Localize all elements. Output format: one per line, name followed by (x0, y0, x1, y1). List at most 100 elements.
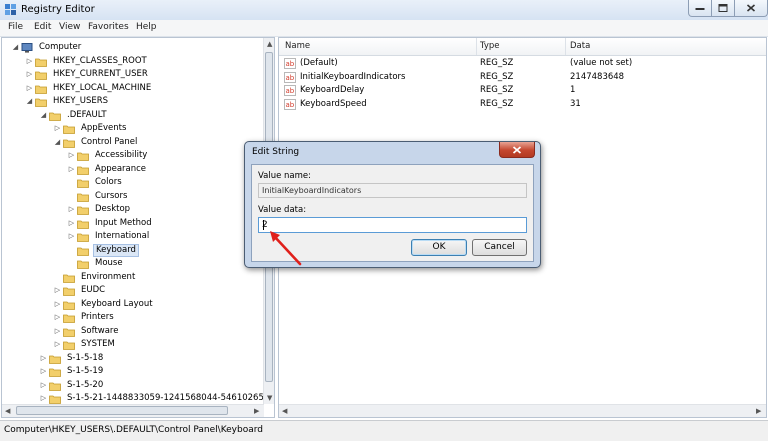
svg-text:ab: ab (286, 87, 295, 95)
folder-icon (77, 206, 89, 215)
menu-file[interactable]: File (8, 22, 23, 32)
string-value-icon: ab (284, 98, 296, 110)
cell-name: KeyboardSpeed (300, 98, 367, 109)
collapse-arrow-icon[interactable]: ◢ (25, 95, 34, 108)
tree-item-label: Accessibility (95, 150, 148, 160)
value-name-label: Value name: (258, 171, 312, 181)
expand-arrow-icon[interactable]: ▷ (53, 311, 62, 324)
folder-icon (35, 58, 47, 67)
collapse-arrow-icon[interactable]: ◢ (11, 41, 20, 54)
folder-icon (63, 301, 75, 310)
key-tree[interactable]: ◢ Computer ▷ HKEY_CLASSES_ROOT ▷ HKEY_CURRENT… (1, 37, 275, 418)
tree-item-label: Cursors (95, 190, 128, 201)
folder-icon (49, 355, 61, 364)
status-bar: Computer\HKEY_USERS\.DEFAULT\Control Pan… (0, 420, 768, 441)
string-value-icon: ab (284, 58, 296, 69)
expand-arrow-icon[interactable]: ▷ (53, 284, 62, 297)
dialog-close-button[interactable] (499, 142, 535, 158)
folder-icon (49, 382, 61, 391)
tree-item-label: HKEY_CLASSES_ROOT (53, 55, 147, 66)
scroll-right-icon[interactable]: ▶ (756, 407, 761, 415)
expand-arrow-icon[interactable]: ▷ (53, 338, 62, 351)
cancel-button[interactable]: Cancel (472, 239, 527, 256)
annotation-arrow-icon (270, 231, 302, 266)
expand-arrow-icon[interactable]: ▷ (53, 298, 62, 311)
expand-arrow-icon[interactable]: ▷ (67, 203, 76, 216)
tree-item-label: Colors (95, 177, 122, 187)
column-header-name[interactable]: Name (285, 41, 310, 51)
tree-horizontal-scroll-thumb[interactable] (16, 406, 228, 415)
folder-icon (49, 112, 61, 121)
svg-text:ab: ab (286, 60, 295, 68)
tree-item-label: Software (81, 325, 119, 336)
expand-arrow-icon[interactable]: ▷ (25, 82, 34, 95)
cell-data: 2147483648 (570, 71, 625, 82)
tree-item-label: S-1-5-20 (67, 379, 104, 390)
menu-view[interactable]: View (59, 22, 80, 32)
close-button[interactable] (734, 0, 768, 17)
expand-arrow-icon[interactable]: ▷ (53, 325, 62, 338)
expand-arrow-icon[interactable]: ▷ (67, 163, 76, 176)
expand-arrow-icon[interactable]: ▷ (67, 230, 76, 243)
folder-icon (63, 287, 75, 296)
scroll-up-icon[interactable]: ▲ (267, 40, 272, 48)
cell-type: REG_SZ (480, 98, 514, 109)
tree-item-label: Appearance (95, 163, 147, 174)
menu-favorites[interactable]: Favorites (88, 22, 129, 32)
list-item[interactable]: ab InitialKeyboardIndicators REG_SZ 2147483… (279, 71, 766, 84)
menu-help[interactable]: Help (136, 22, 157, 32)
maximize-button[interactable] (711, 0, 735, 17)
tree-item-label: S-1-5-18 (67, 352, 104, 363)
cell-type: REG_SZ (480, 71, 514, 82)
folder-icon (35, 98, 47, 107)
list-item[interactable]: ab (Default) REG_SZ (value not set) (279, 57, 766, 70)
scroll-down-icon[interactable]: ▼ (267, 394, 272, 402)
expand-arrow-icon[interactable]: ▷ (25, 55, 34, 68)
folder-icon (77, 179, 89, 188)
scroll-left-icon[interactable]: ◀ (282, 407, 287, 415)
expand-arrow-icon[interactable]: ▷ (67, 217, 76, 230)
tree-item-label: Printers (81, 312, 114, 322)
minimize-icon (695, 8, 705, 10)
scroll-right-icon[interactable]: ▶ (254, 407, 259, 415)
tree-item-label: HKEY_CURRENT_USER (53, 69, 148, 79)
expand-arrow-icon[interactable]: ▷ (39, 365, 48, 378)
minimize-button[interactable] (688, 0, 712, 17)
folder-icon (63, 274, 75, 283)
list-item[interactable]: ab KeyboardDelay REG_SZ 1 (279, 84, 766, 97)
title-bar[interactable]: Registry Editor (0, 0, 768, 21)
tree-item-label: S-1-5-19 (67, 366, 104, 376)
folder-icon (77, 193, 89, 202)
folder-icon (63, 139, 75, 148)
expand-arrow-icon[interactable]: ▷ (67, 149, 76, 162)
close-icon (746, 4, 756, 12)
folder-icon (49, 368, 61, 377)
column-header-data[interactable]: Data (570, 41, 590, 51)
list-horizontal-scrollbar[interactable]: ◀ ▶ (279, 404, 766, 417)
ok-button[interactable]: OK (411, 239, 467, 256)
string-value-icon: ab (284, 85, 296, 96)
column-header-type[interactable]: Type (480, 41, 500, 51)
column-separator[interactable] (565, 38, 566, 55)
svg-text:ab: ab (286, 101, 295, 109)
collapse-arrow-icon[interactable]: ◢ (39, 109, 48, 122)
expand-arrow-icon[interactable]: ▷ (39, 352, 48, 365)
cell-data: 31 (570, 98, 581, 109)
cell-name: InitialKeyboardIndicators (300, 71, 406, 82)
menu-edit[interactable]: Edit (34, 22, 51, 32)
expand-arrow-icon[interactable]: ▷ (25, 68, 34, 81)
column-separator[interactable] (476, 38, 477, 55)
tree-item-label: International (95, 231, 150, 241)
expand-arrow-icon[interactable]: ▷ (53, 122, 62, 135)
collapse-arrow-icon[interactable]: ◢ (53, 136, 62, 149)
list-item[interactable]: ab KeyboardSpeed REG_SZ 31 (279, 98, 766, 111)
tree-item-label: Environment (81, 271, 136, 282)
string-value-icon: ab (284, 71, 296, 83)
registry-editor-icon (5, 4, 16, 15)
scroll-left-icon[interactable]: ◀ (5, 407, 10, 415)
folder-icon (77, 233, 89, 242)
cell-type: REG_SZ (480, 58, 514, 68)
cell-name: (Default) (300, 58, 338, 68)
cell-data: (value not set) (570, 58, 633, 68)
expand-arrow-icon[interactable]: ▷ (39, 379, 48, 392)
